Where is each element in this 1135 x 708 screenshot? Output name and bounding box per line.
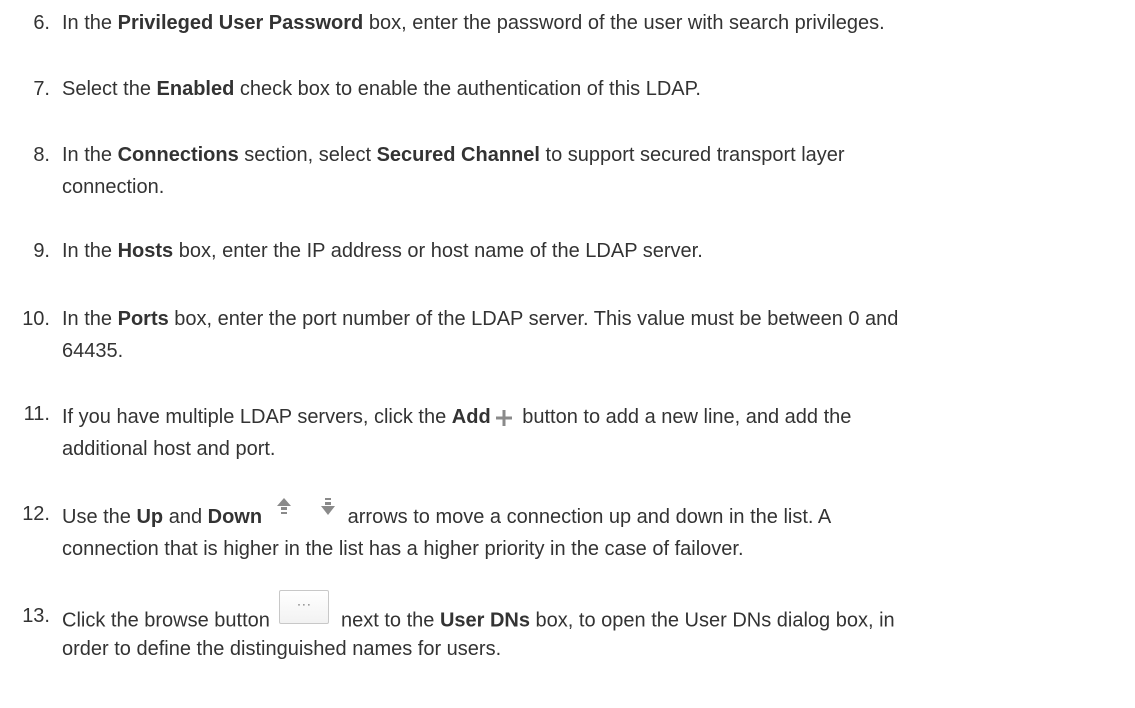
step-text: If you have multiple LDAP servers, click… <box>62 406 852 428</box>
arrow-down-icon <box>320 497 336 519</box>
ui-term: Privileged User Password <box>117 12 364 34</box>
ui-term: Up <box>136 506 164 528</box>
arrow-up-icon <box>276 497 292 519</box>
step-text: Use the Up and Down arrows to move a con… <box>62 497 1127 532</box>
ui-term: Secured Channel <box>376 144 540 166</box>
ui-term: Connections <box>117 144 239 166</box>
step-text: In the Ports box, enter the port number … <box>62 308 899 330</box>
step-text: In the Connections section, select Secur… <box>62 144 845 166</box>
ui-term: Hosts <box>117 240 174 262</box>
ui-term: Add <box>451 406 491 428</box>
browse-button: ··· <box>279 590 330 624</box>
ui-term: Down <box>207 506 263 528</box>
step-text: Select the Enabled check box to enable t… <box>62 78 701 100</box>
step-text: Click the browse button ··· next to the … <box>62 590 1127 638</box>
step-number: 11. <box>23 403 50 425</box>
step-number: 7. <box>33 78 50 100</box>
ui-term: Ports <box>117 308 169 330</box>
step-number: 8. <box>33 144 50 166</box>
ui-term: Enabled <box>156 78 235 100</box>
ui-term: User DNs <box>439 609 530 632</box>
step-number: 10. <box>22 308 50 330</box>
plus-icon <box>495 406 513 426</box>
step-number: 12. <box>22 503 50 525</box>
step-text: In the Privileged User Password box, ent… <box>62 12 885 34</box>
step-text: In the Hosts box, enter the IP address o… <box>62 240 703 262</box>
step-number: 6. <box>33 12 50 34</box>
step-number: 13. <box>22 605 50 627</box>
step-number: 9. <box>33 240 50 262</box>
